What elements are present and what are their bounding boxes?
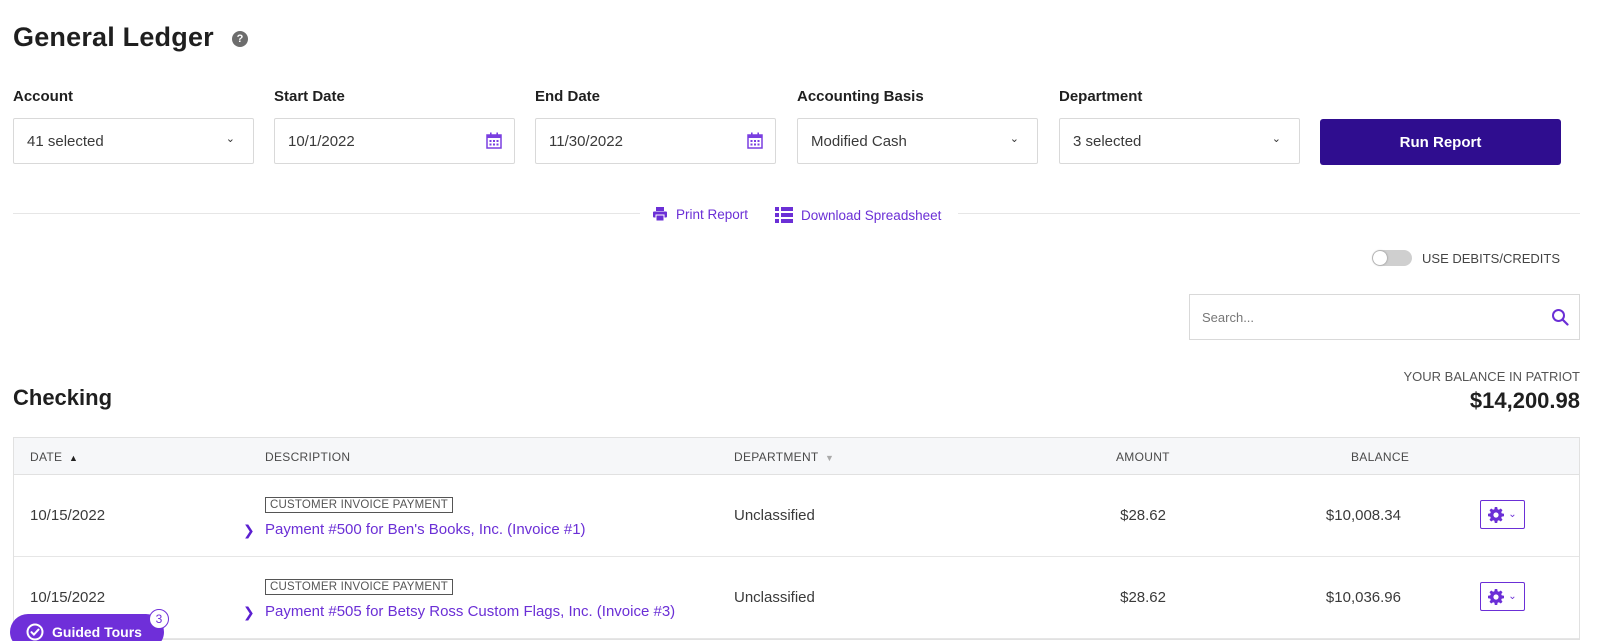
download-spreadsheet-link[interactable]: Download Spreadsheet [775, 206, 941, 224]
amount-column-header: AMOUNT [1116, 450, 1170, 464]
basis-select[interactable]: Modified Cash ⌄ [797, 118, 1038, 164]
print-report-link[interactable]: Print Report [652, 206, 748, 222]
department-column-header[interactable]: DEPARTMENT ▼ [734, 450, 834, 464]
debits-credits-label: USE DEBITS/CREDITS [1422, 250, 1560, 266]
row-description-link[interactable]: Payment #500 for Ben's Books, Inc. (Invo… [265, 521, 586, 538]
start-date-label: Start Date [274, 88, 345, 105]
search-icon[interactable] [1551, 308, 1569, 326]
chevron-down-icon: ⌄ [225, 133, 235, 145]
chevron-down-icon: ⌄ [1508, 509, 1517, 520]
guided-tours-button[interactable]: Guided Tours [10, 614, 164, 641]
debits-credits-toggle[interactable] [1372, 250, 1413, 266]
check-circle-icon [26, 623, 44, 641]
row-amount: $28.62 [1120, 589, 1166, 606]
sort-descending-icon: ▼ [825, 453, 835, 463]
basis-value: Modified Cash [811, 132, 907, 150]
download-spreadsheet-label: Download Spreadsheet [801, 207, 942, 223]
account-select[interactable]: 41 selected ⌄ [13, 118, 254, 164]
row-tag: CUSTOMER INVOICE PAYMENT [265, 577, 453, 595]
divider [13, 213, 640, 214]
sort-ascending-icon: ▲ [68, 453, 79, 463]
row-balance: $10,036.96 [1325, 589, 1401, 606]
guided-tours-count-badge: 3 [149, 609, 169, 629]
chevron-down-icon: ⌄ [1508, 591, 1517, 602]
row-description[interactable]: ❯ Payment #505 for Betsy Ross Custom Fla… [243, 603, 675, 620]
transaction-type-badge: CUSTOMER INVOICE PAYMENT [265, 497, 453, 513]
row-description-link[interactable]: Payment #505 for Betsy Ross Custom Flags… [265, 603, 675, 620]
row-actions-button[interactable]: ⌄ [1480, 500, 1525, 529]
end-date-label: End Date [535, 88, 601, 105]
balance-label: YOUR BALANCE IN PATRIOT [1403, 369, 1581, 384]
calendar-icon[interactable] [747, 132, 763, 149]
row-date: 10/15/2022 [30, 507, 106, 524]
description-column-header: DESCRIPTION [265, 450, 351, 464]
divider [958, 213, 1580, 214]
row-amount: $28.62 [1120, 507, 1166, 524]
list-icon [775, 207, 793, 223]
row-tag: CUSTOMER INVOICE PAYMENT [265, 495, 453, 513]
chevron-down-icon: ⌄ [1009, 133, 1019, 145]
guided-tours-label: Guided Tours [52, 624, 142, 640]
chevron-down-icon: ⌄ [1271, 133, 1281, 145]
search-input[interactable] [1190, 295, 1510, 339]
account-label: Account [13, 88, 73, 105]
basis-label: Accounting Basis [797, 88, 924, 105]
row-department: Unclassified [734, 507, 815, 524]
chevron-right-icon[interactable]: ❯ [243, 604, 255, 621]
start-date-field[interactable]: 10/1/2022 [274, 118, 515, 164]
help-icon[interactable]: ? [232, 31, 248, 47]
row-department: Unclassified [734, 589, 815, 606]
department-header-label: DEPARTMENT [734, 450, 819, 464]
row-actions-button[interactable]: ⌄ [1480, 582, 1525, 611]
account-value: 41 selected [27, 132, 104, 150]
transaction-type-badge: CUSTOMER INVOICE PAYMENT [265, 579, 453, 595]
department-label: Department [1059, 88, 1143, 105]
toggle-knob [1373, 251, 1388, 265]
department-select[interactable]: 3 selected ⌄ [1059, 118, 1300, 164]
balance-value: $14,200.98 [1469, 388, 1580, 413]
account-section-title: Checking [13, 385, 113, 410]
print-report-label: Print Report [676, 206, 749, 222]
gear-icon [1488, 506, 1505, 523]
balance-column-header: BALANCE [1351, 450, 1410, 464]
row-description[interactable]: ❯ Payment #500 for Ben's Books, Inc. (In… [243, 521, 586, 538]
start-date-value: 10/1/2022 [288, 132, 355, 150]
date-column-header[interactable]: DATE ▲ [30, 450, 78, 464]
debits-credits-toggle-row: USE DEBITS/CREDITS [1372, 250, 1560, 266]
gear-icon [1488, 588, 1505, 605]
chevron-right-icon[interactable]: ❯ [243, 522, 255, 539]
table-header: DATE ▲ DESCRIPTION DEPARTMENT ▼ AMOUNT B… [14, 438, 1579, 475]
search-box [1189, 294, 1580, 340]
run-report-button[interactable]: Run Report [1320, 119, 1561, 165]
row-balance: $10,008.34 [1325, 507, 1401, 524]
department-value: 3 selected [1073, 132, 1142, 150]
table-row: 10/15/2022 CUSTOMER INVOICE PAYMENT ❯ Pa… [14, 557, 1579, 639]
end-date-field[interactable]: 11/30/2022 [535, 118, 776, 164]
date-header-label: DATE [30, 450, 63, 464]
page-title: General Ledger [13, 22, 214, 52]
row-date: 10/15/2022 [30, 589, 106, 606]
printer-icon [653, 207, 667, 222]
end-date-value: 11/30/2022 [549, 132, 623, 150]
table-row: 10/15/2022 CUSTOMER INVOICE PAYMENT ❯ Pa… [14, 475, 1579, 557]
calendar-icon[interactable] [486, 132, 502, 149]
ledger-table: DATE ▲ DESCRIPTION DEPARTMENT ▼ AMOUNT B… [13, 437, 1580, 640]
